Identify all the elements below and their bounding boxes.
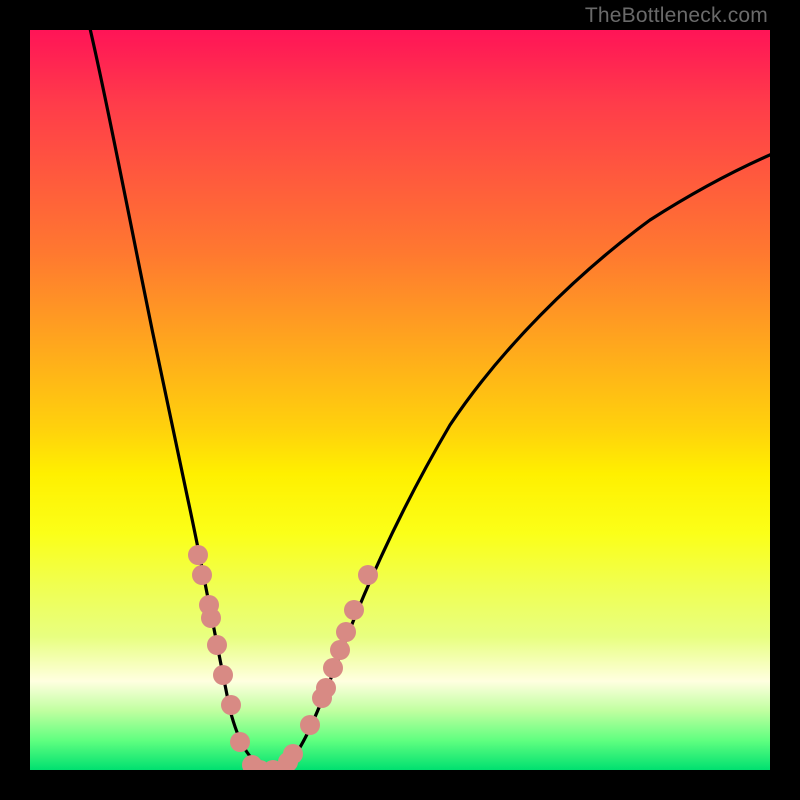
series-layer <box>30 30 770 770</box>
watermark-text: TheBottleneck.com <box>585 4 768 28</box>
plot-area <box>30 30 770 770</box>
chart-frame: TheBottleneck.com <box>0 0 800 800</box>
curve-left <box>88 30 268 770</box>
curve-right <box>278 154 770 770</box>
marker-cluster <box>188 545 378 770</box>
